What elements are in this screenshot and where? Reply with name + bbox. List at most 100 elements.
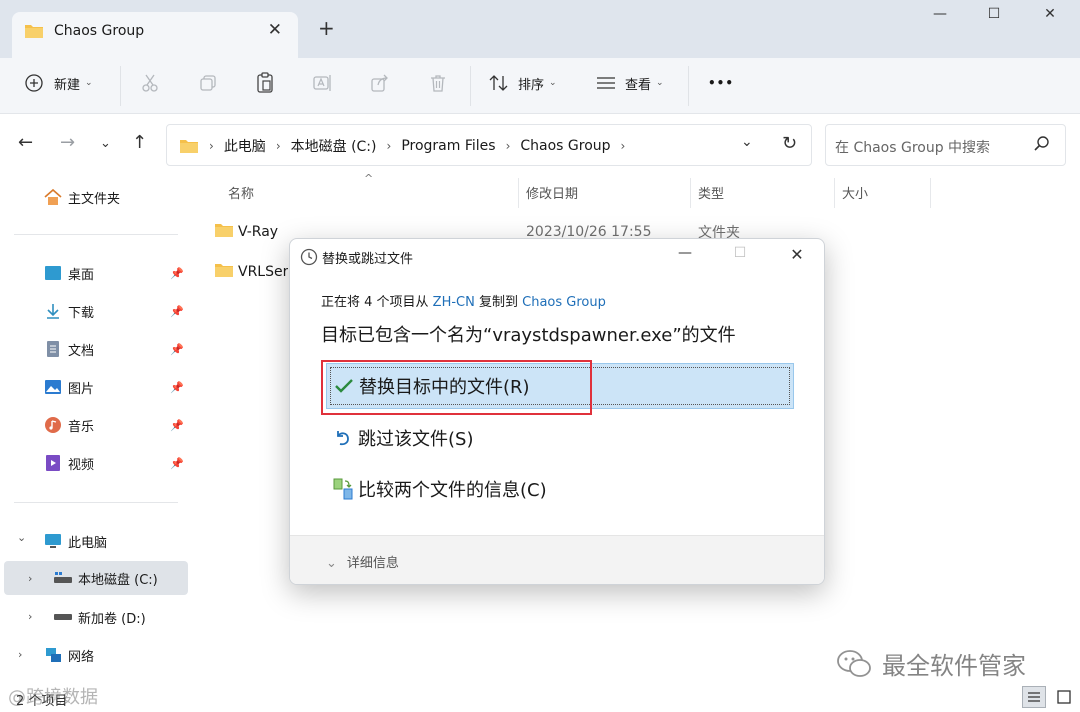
more-details-button[interactable]: ⌄ 详细信息 — [326, 552, 399, 571]
column-header-size[interactable]: 大小 — [842, 183, 868, 202]
share-button[interactable] — [370, 70, 390, 96]
tiles-view-button[interactable] — [1052, 686, 1076, 708]
chevron-right-icon: › — [620, 139, 626, 153]
rename-button[interactable] — [312, 70, 334, 96]
column-header-type[interactable]: 类型 — [698, 183, 724, 202]
clock-icon — [300, 248, 318, 270]
trash-icon — [431, 75, 445, 92]
chevron-right-icon: › — [275, 139, 281, 153]
folder-icon — [214, 222, 234, 242]
chevron-down-icon: ⌄ — [656, 78, 664, 88]
sidebar-item-label: 此电脑 — [68, 535, 108, 551]
rename-icon — [313, 75, 331, 91]
item-count: 2 个项目 — [16, 694, 68, 709]
crumb-chaos-group[interactable]: Chaos Group — [520, 138, 610, 154]
replace-or-skip-dialog: 替换或跳过文件 — ☐ ✕ 正在将 4 个项目从 ZH-CN 复制到 Chaos… — [289, 238, 825, 585]
info-mid: 复制到 — [474, 295, 523, 310]
watermark-text: 最全软件管家 — [882, 652, 1026, 680]
destination-link[interactable]: Chaos Group — [522, 295, 606, 310]
info-prefix: 正在将 4 个项目从 — [321, 295, 433, 310]
cut-button[interactable] — [140, 70, 160, 96]
details-view-button[interactable] — [1022, 686, 1046, 708]
sidebar-item-drive-c[interactable]: › 本地磁盘 (C:) — [4, 561, 188, 595]
maximize-button[interactable]: ☐ — [974, 6, 1014, 32]
drive-icon — [52, 607, 74, 627]
dialog-minimize-button[interactable]: — — [670, 245, 700, 261]
column-header-name[interactable]: 名称 — [228, 183, 254, 202]
forward-arrow-icon[interactable]: → — [60, 132, 75, 153]
sidebar-item-label: 视频 — [68, 457, 95, 473]
search-box[interactable]: 在 Chaos Group 中搜索 — [825, 124, 1066, 166]
column-header-modified[interactable]: 修改日期 — [526, 183, 578, 202]
sidebar-item-drive-d[interactable]: › 新加卷 (D:) — [0, 600, 190, 634]
search-placeholder: 在 Chaos Group 中搜索 — [835, 140, 991, 156]
folder-icon — [214, 262, 234, 282]
crumb-program-files[interactable]: Program Files — [401, 138, 495, 154]
sort-label: 排序 — [518, 77, 545, 93]
skip-file-option[interactable]: 跳过该文件(S) — [326, 415, 794, 461]
up-arrow-icon[interactable]: ↑ — [132, 132, 147, 153]
pin-icon[interactable]: 📌 — [170, 419, 184, 432]
minimize-button[interactable]: — — [920, 6, 960, 32]
recent-chevron-icon[interactable]: ⌄ — [100, 136, 111, 151]
pictures-icon — [42, 377, 64, 397]
copy-info: 正在将 4 个项目从 ZH-CN 复制到 Chaos Group — [321, 291, 606, 310]
folder-icon — [180, 140, 198, 153]
sidebar-item-network[interactable]: › 网络 — [0, 638, 190, 672]
pin-icon[interactable]: 📌 — [170, 457, 184, 470]
address-bar[interactable]: › 此电脑 › 本地磁盘 (C:) › Program Files › Chao… — [166, 124, 812, 166]
network-icon — [42, 645, 64, 665]
sidebar-item-label: 文档 — [68, 343, 95, 359]
navigation-pane: 主文件夹 桌面 📌 下载 📌 文档 📌 图片 📌 音乐 📌 视频 📌 ⌄ 此电脑… — [0, 172, 190, 692]
sidebar-item-label: 下载 — [68, 305, 95, 321]
crumb-this-pc[interactable]: 此电脑 — [224, 136, 266, 156]
file-row[interactable]: VRLSer — [214, 256, 288, 288]
highlight-box — [321, 360, 592, 415]
column-divider — [834, 178, 835, 208]
chevron-right-icon: › — [209, 139, 214, 153]
sidebar-item-documents[interactable]: 文档 📌 — [0, 332, 190, 366]
chevron-right-icon[interactable]: › — [28, 572, 32, 585]
pin-icon[interactable]: 📌 — [170, 305, 184, 318]
source-link[interactable]: ZH-CN — [433, 295, 475, 310]
more-details-label: 详细信息 — [346, 556, 399, 571]
new-button[interactable]: 新建 ⌄ — [24, 70, 93, 96]
view-button[interactable]: 查看 ⌄ — [595, 70, 664, 96]
new-tab-button[interactable]: + — [318, 16, 335, 40]
compare-files-option[interactable]: 比较两个文件的信息(C) — [326, 466, 794, 512]
crumb-drive-c[interactable]: 本地磁盘 (C:) — [291, 136, 377, 156]
sidebar-item-home[interactable]: 主文件夹 — [0, 180, 190, 214]
sidebar-item-pictures[interactable]: 图片 📌 — [0, 370, 190, 404]
dialog-close-button[interactable]: ✕ — [782, 245, 812, 264]
sidebar-item-label: 本地磁盘 (C:) — [78, 572, 158, 588]
copy-button[interactable] — [198, 70, 218, 96]
chevron-right-icon[interactable]: › — [28, 610, 32, 623]
column-divider — [518, 178, 519, 208]
pin-icon[interactable]: 📌 — [170, 267, 184, 280]
paste-button[interactable] — [255, 70, 275, 96]
file-name: V-Ray — [238, 224, 279, 240]
close-window-button[interactable]: ✕ — [1030, 6, 1070, 32]
refresh-icon[interactable]: ↻ — [782, 133, 797, 154]
chevron-right-icon[interactable]: › — [18, 648, 22, 661]
scissors-icon — [142, 74, 158, 92]
dialog-footer: ⌄ 详细信息 — [290, 535, 824, 584]
sidebar-item-desktop[interactable]: 桌面 📌 — [0, 256, 190, 290]
chevron-right-icon: › — [386, 139, 392, 153]
sort-button[interactable]: 排序 ⌄ — [488, 70, 557, 96]
delete-button[interactable] — [428, 70, 448, 96]
pin-icon[interactable]: 📌 — [170, 381, 184, 394]
tab-close-icon[interactable]: ✕ — [268, 20, 282, 40]
sidebar-item-music[interactable]: 音乐 📌 — [0, 408, 190, 442]
command-bar: 新建 ⌄ 排序 ⌄ 查看 ⌄ ••• — [0, 58, 1080, 114]
pin-icon[interactable]: 📌 — [170, 343, 184, 356]
tab-chaos-group[interactable]: Chaos Group ✕ — [12, 12, 298, 58]
sidebar-item-downloads[interactable]: 下载 📌 — [0, 294, 190, 328]
address-dropdown-icon[interactable]: ⌄ — [741, 134, 753, 150]
chevron-down-icon: ⌄ — [549, 78, 557, 88]
sidebar-item-videos[interactable]: 视频 📌 — [0, 446, 190, 480]
sidebar-item-this-pc[interactable]: 此电脑 — [0, 524, 190, 558]
back-arrow-icon[interactable]: ← — [18, 132, 33, 153]
file-name: VRLSer — [238, 264, 288, 280]
more-options-button[interactable]: ••• — [708, 70, 734, 96]
